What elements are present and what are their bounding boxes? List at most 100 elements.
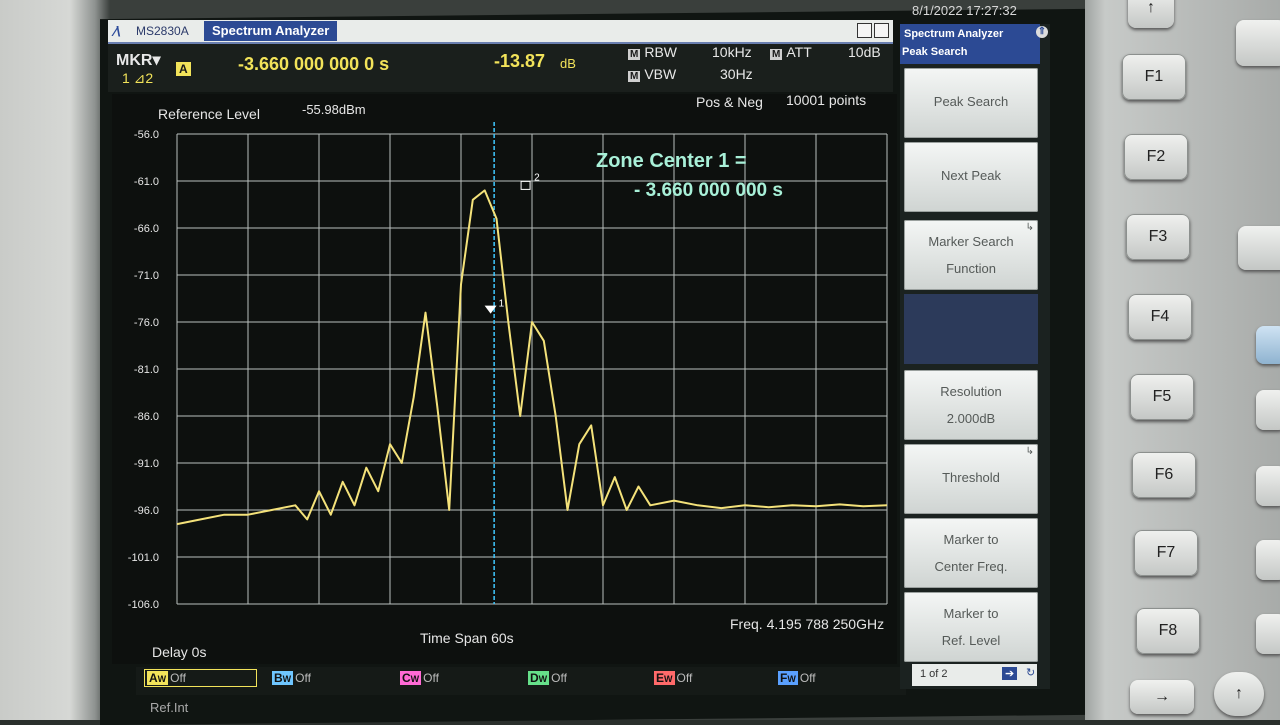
next-page-icon[interactable]: ➔ <box>1002 667 1018 680</box>
softkey-6[interactable]: Marker to Ref. Level <box>904 592 1038 662</box>
submenu-arrow-icon: ↳ <box>1025 446 1034 457</box>
trace-state: Off <box>799 671 816 685</box>
trace-c-status[interactable]: CW Off <box>400 671 439 685</box>
softkey-function-name: Peak Search <box>902 46 968 58</box>
spectrum-plot[interactable]: -56.0 -61.0 -66.0 -71.0 -76.0 -81.0 -86.0 -91.0… <box>112 94 897 654</box>
softkey-app-name: Spectrum Analyzer <box>904 28 1004 40</box>
trace-badge: DW <box>528 671 550 685</box>
side-panel-button[interactable] <box>1236 20 1280 66</box>
marker-label: MKR <box>116 52 153 69</box>
y-tick-label: -106.0 <box>128 599 159 611</box>
softkey-sublabel: 2.000dB <box>946 411 996 426</box>
up-arrow-icon: ↑ <box>1147 0 1155 16</box>
hardware-key-f7[interactable]: F7 <box>1134 530 1198 576</box>
marker-2-icon <box>520 180 531 190</box>
zone-center-label: Zone Center 1 = <box>596 150 747 172</box>
frequency-readout: Freq. 4.195 788 250GHz <box>730 616 885 632</box>
trace-state: Off <box>170 671 186 685</box>
instrument-model: MS2830A <box>136 24 189 38</box>
trace-badge: FW <box>778 671 798 685</box>
up-arrow-hardware-button[interactable]: ↑ <box>1214 672 1264 716</box>
window-titlebar: ⁄\ MS2830A Spectrum Analyzer <box>108 20 893 44</box>
trace-id: E <box>656 671 665 685</box>
softkey-3[interactable]: Resolution 2.000dB <box>904 370 1038 440</box>
y-tick-label: -96.0 <box>134 505 159 517</box>
y-tick-label: -56.0 <box>134 129 159 141</box>
up-arrow-icon[interactable]: ⇑ <box>1036 26 1048 38</box>
hardware-key-f6[interactable]: F6 <box>1132 452 1196 498</box>
trace-state: Off <box>295 671 311 685</box>
manual-badge: M <box>628 71 641 82</box>
hardware-key-f8[interactable]: F8 <box>1136 608 1200 654</box>
softkey-label: Resolution <box>940 384 1002 399</box>
softkey-sublabel: Function <box>946 261 996 276</box>
dropdown-triangle-icon: ▾ <box>152 52 161 69</box>
trace-b-status[interactable]: BW Off <box>272 671 311 685</box>
y-tick-label: -101.0 <box>128 552 159 564</box>
minimize-icon[interactable] <box>857 23 872 38</box>
right-arrow-hardware-button[interactable]: → <box>1130 680 1194 714</box>
hardware-key-f4[interactable]: F4 <box>1128 294 1192 340</box>
reference-internal: Ref.Int <box>150 700 189 715</box>
trace-a-status[interactable]: AW Off <box>144 669 257 687</box>
trace-mode: W <box>282 674 292 684</box>
softkey-5[interactable]: Marker to Center Freq. <box>904 518 1038 588</box>
rbw-label: RBW <box>644 44 678 60</box>
att-setting[interactable]: M ATT <box>770 44 812 60</box>
softkey-page: 1 of 2 <box>920 668 948 680</box>
trace-f-status[interactable]: FW Off <box>778 671 816 685</box>
trace-badge: BW <box>272 671 294 685</box>
trace-id: A <box>149 671 158 685</box>
hardware-key-f2[interactable]: F2 <box>1124 134 1188 180</box>
marker-info-header: MKR▾ 1 ⊿2 A -3.660 000 000 0 s -13.87 dB… <box>108 44 893 92</box>
softkey-1[interactable]: Next Peak <box>904 142 1038 212</box>
hardware-key-f1[interactable]: F1 <box>1122 54 1186 100</box>
rbw-value: 10kHz <box>712 44 752 60</box>
softkey-label: Next Peak <box>941 168 1001 183</box>
side-panel-button[interactable] <box>1256 466 1280 506</box>
up-hardware-button[interactable]: ↑ <box>1128 0 1174 28</box>
softkey-0[interactable]: Peak Search <box>904 68 1038 138</box>
marker-mode-button[interactable]: MKR▾ <box>116 50 160 70</box>
marker-time-value: -3.660 000 000 0 s <box>238 54 390 74</box>
hardware-key-f5[interactable]: F5 <box>1130 374 1194 420</box>
softkey-sublabel: Center Freq. <box>934 559 1008 574</box>
rbw-setting[interactable]: M RBW <box>628 44 677 60</box>
softkey-pager: 1 of 2 ➔ ↻ <box>912 664 1037 686</box>
side-panel-button[interactable] <box>1238 226 1280 270</box>
y-tick-label: -76.0 <box>134 317 159 329</box>
app-title: Spectrum Analyzer <box>204 21 338 41</box>
hardware-key-f3[interactable]: F3 <box>1126 214 1190 260</box>
vbw-setting[interactable]: M VBW <box>628 66 676 82</box>
right-arrow-icon: → <box>1154 688 1170 705</box>
anritsu-logo-icon: ⁄\ <box>114 23 121 39</box>
maximize-icon[interactable] <box>874 23 889 38</box>
att-value: 10dB <box>848 44 881 60</box>
y-tick-label: -71.0 <box>134 270 159 282</box>
y-tick-label: -61.0 <box>134 176 159 188</box>
manual-badge: M <box>770 49 783 60</box>
marker-sub-label: 1 ⊿2 <box>122 70 154 86</box>
return-icon[interactable]: ↻ <box>1026 666 1035 679</box>
trace-badge: CW <box>400 671 422 685</box>
vbw-label: VBW <box>644 66 677 82</box>
side-panel-button[interactable] <box>1256 540 1280 580</box>
trace-d-status[interactable]: DW Off <box>528 671 567 685</box>
softkey-2[interactable]: Marker Search Function ↳ <box>904 220 1038 290</box>
side-panel-button-blue[interactable] <box>1256 326 1280 364</box>
trace-status-bar: AW Off BW Off CW Off DW Off EW Off FW Off <box>136 667 906 695</box>
softkey-header: Spectrum Analyzer Peak Search ⇑ <box>900 24 1048 64</box>
trace-id: D <box>530 671 539 685</box>
side-panel-button[interactable] <box>1256 614 1280 654</box>
softkey-menu: Spectrum Analyzer Peak Search ⇑ 1 of 2 ➔… <box>900 24 1050 689</box>
trace-mode: W <box>787 674 796 684</box>
softkey-label: Threshold <box>942 470 1000 485</box>
trace-e-status[interactable]: EW Off <box>654 671 692 685</box>
side-panel-button[interactable] <box>1256 390 1280 430</box>
trace-state: Off <box>676 671 693 685</box>
softkey-4[interactable]: Threshold ↳ <box>904 444 1038 514</box>
window-controls <box>855 23 889 43</box>
y-tick-label: -86.0 <box>134 411 159 423</box>
trace-mode: W <box>410 674 420 684</box>
up-arrow-icon: ↑ <box>1235 685 1243 702</box>
